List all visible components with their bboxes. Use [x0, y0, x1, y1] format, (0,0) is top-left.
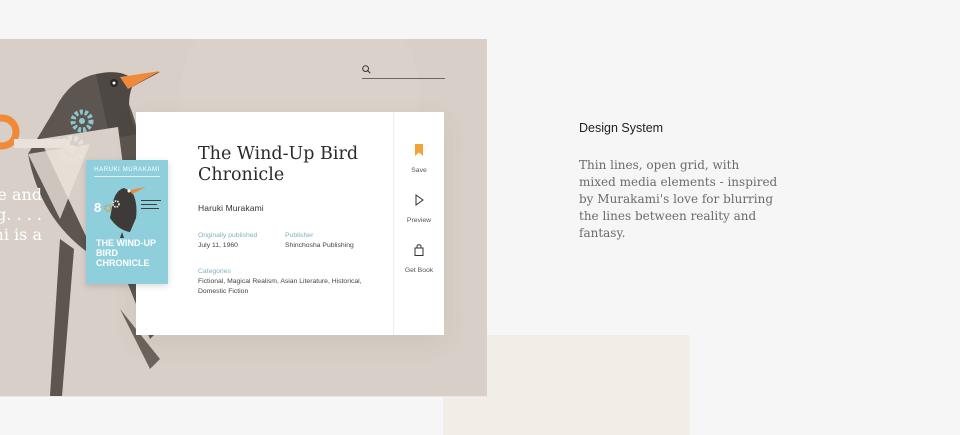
play-icon [415, 194, 424, 206]
published-label: Originally published [198, 232, 258, 239]
book-author[interactable]: Haruki Murakami [198, 203, 264, 213]
publisher-value: Shinchosha Publishing [285, 242, 354, 249]
background-text-line: mi is a [0, 225, 42, 244]
save-label: Save [411, 167, 427, 174]
bookmark-icon [415, 144, 423, 156]
cover-divider [94, 176, 160, 177]
svg-text:8: 8 [94, 200, 101, 215]
search-icon[interactable] [362, 65, 371, 74]
cover-author: HARUKI MURAKAMI [94, 167, 160, 173]
background-text-line: ke and [0, 185, 42, 204]
publisher-label: Publisher [285, 232, 314, 239]
design-system-heading: Design System [579, 121, 664, 135]
categories-value: Fictional, Magical Realism, Asian Litera… [198, 278, 362, 295]
categories-label: Categories [198, 268, 231, 275]
published-value: July 11, 1960 [198, 242, 238, 249]
divider [0, 396, 488, 397]
background-text-line: ng. . . . [0, 205, 42, 224]
save-button[interactable]: Save [394, 144, 444, 177]
cover-title: THE WIND-UP BIRD CHRONICLE [96, 238, 156, 268]
book-cover[interactable]: HARUKI MURAKAMI 8 THE WIND-UP BIRD CHRON… [86, 160, 168, 284]
preview-button[interactable]: Preview [394, 194, 444, 227]
search-input[interactable] [362, 65, 445, 79]
preview-label: Preview [406, 217, 432, 224]
design-system-description: Thin lines, open grid, with mixed media … [579, 158, 778, 240]
shopping-bag-icon [414, 244, 424, 256]
get-book-label: Get Book [404, 267, 434, 274]
book-title: The Wind-Up Bird Chronicle [198, 144, 359, 185]
book-detail-card: The Wind-Up Bird Chronicle Haruki Muraka… [136, 112, 444, 335]
cover-bird-illustration: 8 [94, 187, 161, 238]
get-book-button[interactable]: Get Book [394, 244, 444, 277]
